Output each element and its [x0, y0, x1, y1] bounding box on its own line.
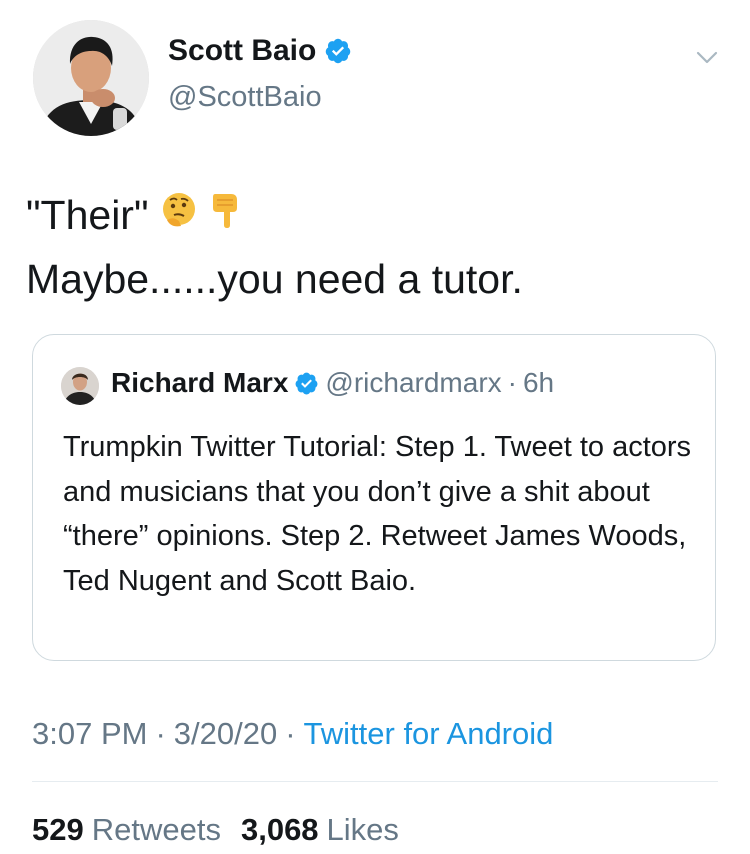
thinking-face-emoji-icon [159, 190, 199, 240]
chevron-down-icon[interactable] [692, 42, 722, 72]
pointing-down-emoji-icon [209, 190, 243, 240]
author-photo [33, 20, 149, 136]
meta-separator: · [155, 716, 166, 751]
verified-badge-icon [326, 38, 351, 64]
tweet-meta: 3:07 PM · 3/20/20 · Twitter for Android [32, 716, 553, 752]
retweets-count: 529 [32, 812, 84, 847]
quoted-tweet-header: Richard Marx @richardmarx · 6h [111, 367, 554, 399]
tweet-text-line-2: Maybe......you need a tutor. [26, 256, 523, 302]
author-display-name[interactable]: Scott Baio [168, 34, 316, 68]
quoted-tweet-text: Trumpkin Twitter Tutorial: Step 1. Tweet… [63, 431, 692, 597]
author-avatar[interactable] [33, 20, 149, 136]
likes-stat[interactable]: 3,068 Likes [241, 812, 399, 848]
likes-count: 3,068 [240, 812, 319, 847]
tweet-text-quote-word: "Their" [26, 191, 149, 238]
tweet-source-link[interactable]: Twitter for Android [304, 716, 554, 752]
quoted-author-handle[interactable]: @richardmarx [325, 367, 501, 399]
tweet-time: 3:07 PM [32, 716, 148, 751]
likes-label: Likes [326, 812, 399, 847]
retweets-stat[interactable]: 529 Retweets [32, 812, 221, 848]
retweets-label: Retweets [91, 812, 221, 847]
tweet-stats: 529 Retweets 3,068 Likes [32, 812, 409, 848]
divider [32, 781, 718, 782]
author-name-row: Scott Baio [168, 34, 352, 68]
tweet-date: 3/20/20 [173, 716, 278, 751]
verified-badge-icon [295, 372, 318, 394]
quoted-author-avatar[interactable] [61, 367, 99, 405]
quoted-tweet-card[interactable]: Richard Marx @richardmarx · 6h Trumpkin … [32, 334, 716, 661]
meta-separator: · [285, 716, 296, 751]
quoted-author-display-name[interactable]: Richard Marx [111, 367, 288, 399]
quoted-tweet-age: 6h [522, 367, 555, 398]
tweet-text-line-1: "Their" [26, 190, 243, 240]
author-handle[interactable]: @ScottBaio [168, 81, 322, 114]
quoted-separator: · [507, 367, 517, 398]
